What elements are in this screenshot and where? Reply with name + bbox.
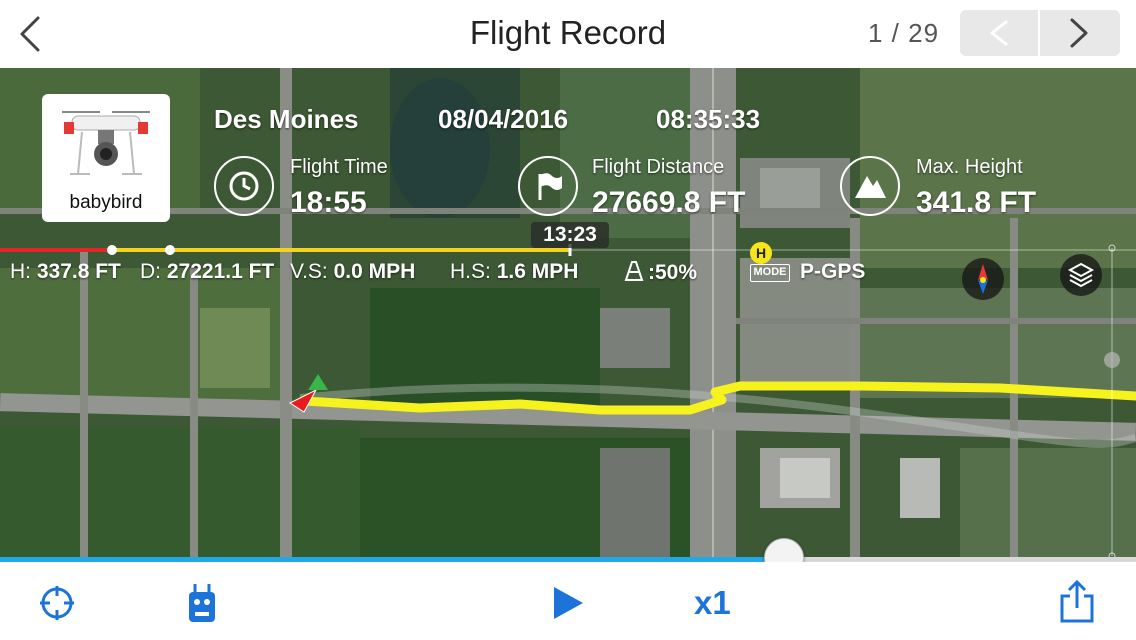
flight-distance-label: Flight Distance: [592, 156, 725, 178]
telemetry-battery: :50%: [620, 260, 697, 285]
remote-controller-button[interactable]: [186, 582, 218, 631]
drone-image: [62, 111, 150, 175]
mode-value: P-GPS: [800, 260, 866, 283]
mountain-icon: [840, 156, 900, 216]
height-value: 337.8 FT: [36, 260, 121, 283]
flight-start-time: 08:35:33: [656, 104, 761, 134]
flight-map[interactable]: babybird Des Moines 08/04/2016 08:35:33 …: [0, 68, 1136, 560]
share-icon: [1060, 579, 1094, 623]
playback-speed-button[interactable]: x1: [694, 584, 731, 622]
record-pager: 1 / 29: [868, 18, 940, 48]
compass-button[interactable]: [962, 258, 1004, 300]
flight-time-value: 18:55: [290, 186, 367, 219]
chevron-left-icon: [990, 20, 1008, 46]
vertical-speed-label: V.S:: [290, 260, 328, 283]
distance-value: 27221.1 FT: [166, 260, 275, 283]
distance-label: D:: [140, 260, 161, 283]
telemetry-distance: D: 27221.1 FT: [140, 260, 274, 284]
locate-button[interactable]: [38, 584, 76, 627]
telemetry-vertical-speed: V.S: 0.0 MPH: [290, 260, 415, 284]
layers-icon: [1067, 262, 1095, 288]
flight-date: 08/04/2016: [438, 104, 569, 134]
share-button[interactable]: [1058, 579, 1096, 629]
telemetry-horizontal-speed: H.S: 1.6 MPH: [450, 260, 578, 284]
back-button[interactable]: [14, 12, 50, 56]
previous-record-button[interactable]: [960, 10, 1040, 56]
flight-time-label: Flight Time: [290, 156, 388, 178]
chevron-left-icon: [20, 16, 40, 52]
playback-toolbar: x1: [0, 562, 1136, 640]
max-height-label: Max. Height: [916, 156, 1023, 178]
compass-icon: [978, 264, 988, 294]
clock-icon: [214, 156, 274, 216]
flag-icon: [518, 156, 578, 216]
battery-level-icon: [624, 261, 644, 281]
drone-name: babybird: [69, 192, 143, 213]
record-navigation: [960, 10, 1120, 56]
height-label: H:: [10, 260, 31, 283]
flight-distance-value: 27669.8 FT: [592, 186, 746, 219]
drone-card[interactable]: babybird: [42, 94, 170, 222]
remote-controller-icon: [189, 584, 215, 622]
flight-location: Des Moines: [214, 104, 359, 134]
battery-value: :50%: [648, 261, 698, 284]
home-point-marker: H: [750, 242, 772, 264]
max-height-value: 341.8 FT: [916, 186, 1037, 219]
vertical-speed-value: 0.0 MPH: [333, 260, 416, 283]
flight-mode-value: P-GPS: [800, 260, 865, 284]
map-layers-button[interactable]: [1060, 254, 1102, 296]
play-icon: [554, 587, 583, 619]
header-bar: Flight Record 1 / 29: [0, 0, 1136, 68]
next-record-button[interactable]: [1040, 10, 1120, 56]
timeline-time-tag: 13:23: [531, 222, 609, 248]
flight-mode-badge: MODE: [750, 264, 790, 282]
horizontal-speed-label: H.S:: [450, 260, 491, 283]
satellite-map-image: [0, 68, 1136, 560]
horizontal-speed-value: 1.6 MPH: [496, 260, 579, 283]
chevron-right-icon: [1070, 18, 1088, 48]
telemetry-height: H: 337.8 FT: [10, 260, 121, 284]
play-button[interactable]: [550, 584, 586, 627]
crosshair-icon: [40, 586, 74, 620]
